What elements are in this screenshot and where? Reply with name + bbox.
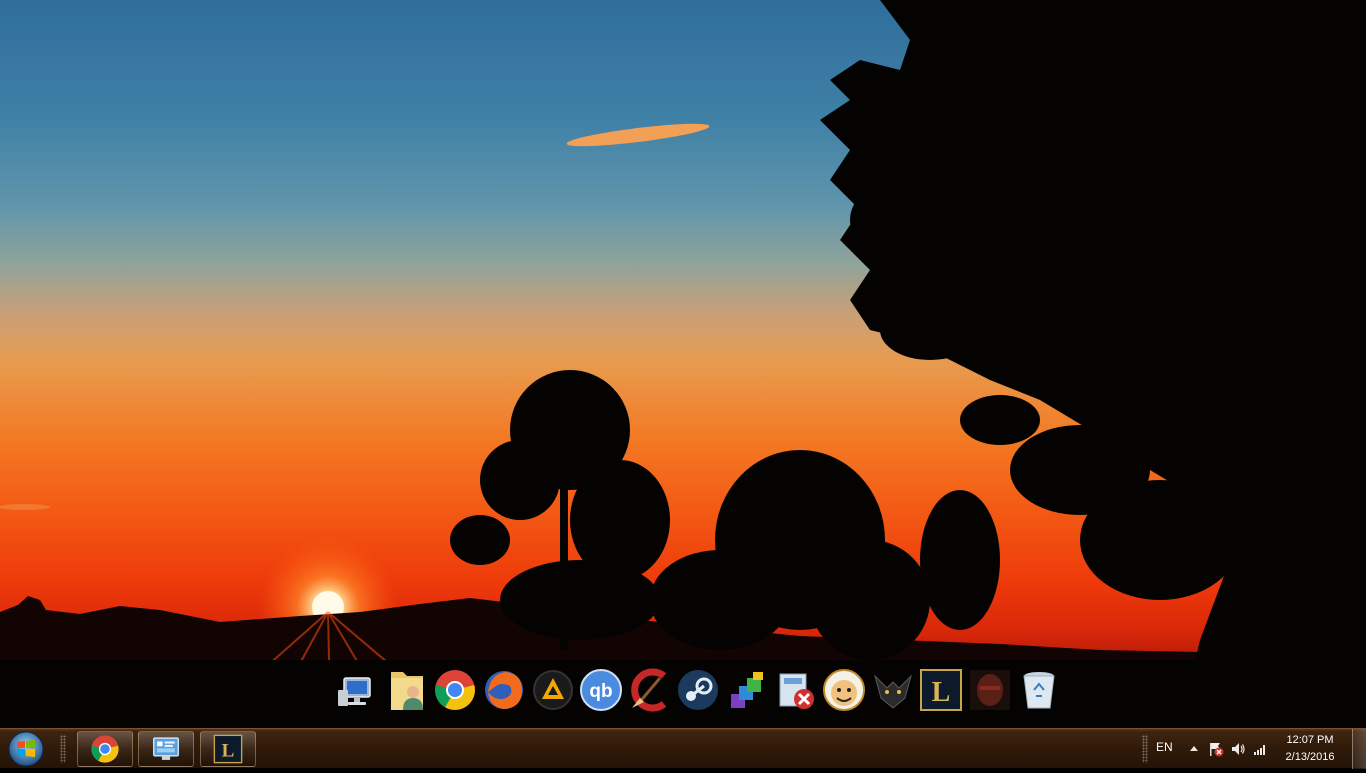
- chrome-icon: [91, 735, 119, 763]
- taskbar-control-panel-button[interactable]: [138, 731, 194, 767]
- taskbar-chrome-button[interactable]: [77, 731, 133, 767]
- tree-silhouettes: [0, 0, 1366, 728]
- recycle-bin-icon[interactable]: [1017, 666, 1061, 714]
- svg-text:L: L: [932, 677, 951, 708]
- taskbar-league-button[interactable]: L: [200, 731, 256, 767]
- taskbar: L EN 12:07 PM 2/13/2016: [0, 728, 1366, 769]
- metal-gear-icon[interactable]: [968, 666, 1012, 714]
- uninstaller-icon[interactable]: [774, 666, 818, 714]
- start-button[interactable]: [6, 730, 46, 768]
- network-signal-icon[interactable]: [1252, 741, 1268, 757]
- computer-icon[interactable]: [336, 666, 380, 714]
- gif-animator-icon[interactable]: [822, 666, 866, 714]
- action-center-flag-icon[interactable]: [1208, 741, 1224, 757]
- taskbar-grip[interactable]: [60, 735, 66, 763]
- language-indicator[interactable]: EN: [1156, 740, 1173, 754]
- clock-date[interactable]: 2/13/2016: [1280, 751, 1340, 763]
- show-hidden-icons-arrow-icon[interactable]: [1186, 741, 1202, 757]
- user-folder-icon[interactable]: [385, 666, 429, 714]
- qbittorrent-icon[interactable]: qb: [579, 666, 623, 714]
- tray-grip[interactable]: [1142, 735, 1148, 763]
- system-tray: EN 12:07 PM 2/13/2016: [1134, 729, 1366, 769]
- clock-time[interactable]: 12:07 PM: [1280, 734, 1340, 746]
- svg-text:qb: qb: [590, 681, 613, 702]
- firefox-icon[interactable]: [482, 666, 526, 714]
- volume-icon[interactable]: [1230, 741, 1246, 757]
- league-of-legends-icon[interactable]: L: [919, 666, 963, 714]
- ccleaner-icon[interactable]: [628, 666, 672, 714]
- control-panel-icon: [153, 737, 179, 760]
- witcher-icon[interactable]: [871, 666, 915, 714]
- show-desktop-button[interactable]: [1352, 729, 1366, 769]
- winrar-icon[interactable]: [725, 666, 769, 714]
- steam-icon[interactable]: [676, 666, 720, 714]
- cloud-streak: [566, 123, 710, 147]
- chrome-icon[interactable]: [433, 666, 477, 714]
- aimp-icon[interactable]: [531, 666, 575, 714]
- wallpaper-image: [0, 0, 1366, 728]
- desktop-dock: qb L: [334, 664, 1063, 716]
- svg-text:L: L: [222, 741, 235, 762]
- desktop-wallpaper: qb L: [0, 0, 1366, 728]
- league-of-legends-icon: L: [213, 734, 243, 764]
